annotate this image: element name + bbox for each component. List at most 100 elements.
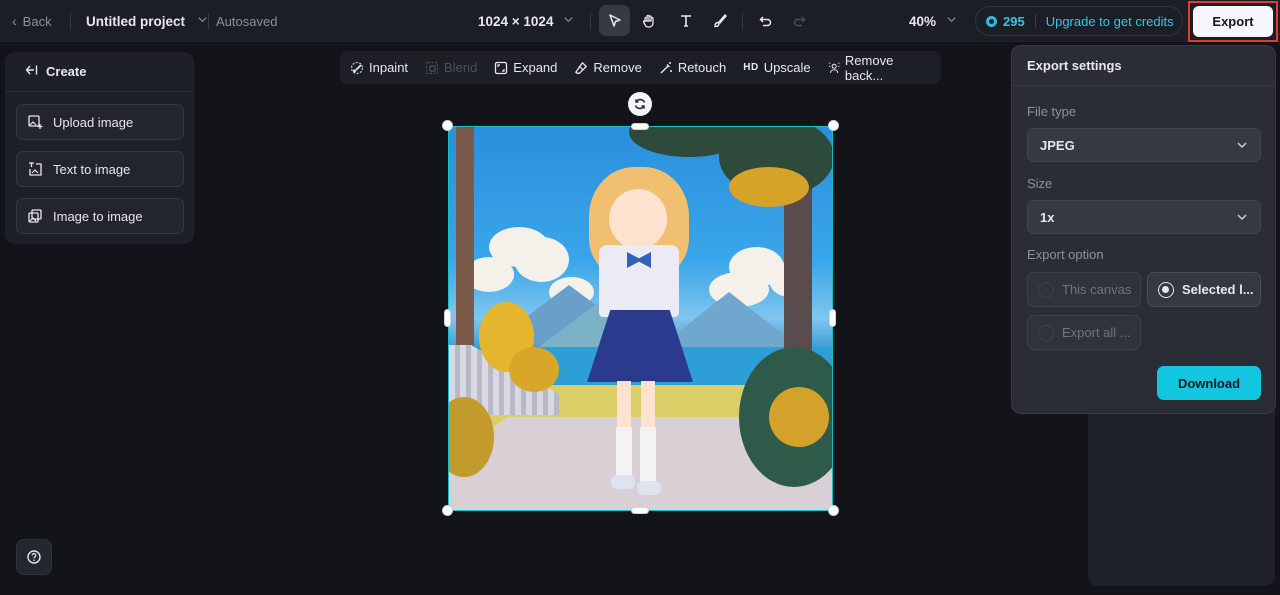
image-to-image-icon	[28, 209, 42, 223]
redo-icon	[793, 15, 806, 26]
option-selected-layers[interactable]: Selected l...	[1147, 272, 1261, 307]
radio-button-checked[interactable]	[1158, 281, 1174, 298]
girl-shoe	[611, 475, 635, 489]
girl-leg	[617, 381, 631, 431]
resize-handle-left[interactable]	[444, 309, 451, 327]
export-highlight: Export	[1188, 1, 1278, 42]
resize-handle-top-left[interactable]	[442, 120, 453, 131]
text-tool-button[interactable]	[670, 5, 701, 36]
resize-handle-right[interactable]	[829, 309, 836, 327]
bush	[509, 347, 559, 392]
file-type-select[interactable]: JPEG	[1027, 128, 1261, 162]
credit-count: 295	[1003, 13, 1025, 29]
girl-shoe	[637, 481, 661, 495]
image-to-image-button[interactable]: Image to image	[16, 198, 184, 234]
help-button[interactable]	[16, 539, 52, 575]
hd-icon: HD	[743, 62, 759, 73]
upscale-button[interactable]: HD Upscale	[743, 60, 810, 75]
resize-handle-bottom[interactable]	[631, 507, 649, 514]
upload-image-icon	[28, 115, 43, 129]
divider	[208, 13, 209, 29]
remove-background-icon	[828, 62, 840, 73]
undo-button[interactable]	[750, 5, 781, 36]
upgrade-link[interactable]: Upgrade to get credits	[1046, 14, 1174, 29]
tree-foliage	[729, 167, 809, 207]
option-this-canvas[interactable]: This canvas	[1027, 272, 1141, 307]
undo-icon	[758, 15, 771, 26]
option-export-all[interactable]: Export all ...	[1027, 315, 1141, 350]
hand-icon	[642, 14, 654, 28]
resize-handle-top-right[interactable]	[828, 120, 839, 131]
expand-button[interactable]: Expand	[494, 60, 557, 75]
project-title-dropdown[interactable]: Untitled project	[86, 0, 208, 42]
bush	[769, 387, 829, 447]
expand-label: Expand	[513, 60, 558, 75]
brush-icon	[713, 13, 727, 27]
project-title: Untitled project	[86, 13, 186, 29]
inpaint-button[interactable]: Inpaint	[350, 60, 408, 75]
inpaint-label: Inpaint	[369, 60, 409, 75]
divider	[70, 13, 71, 29]
radio-button[interactable]	[1038, 281, 1054, 298]
select-tool-button[interactable]	[599, 5, 630, 36]
divider	[742, 13, 743, 29]
blend-button[interactable]: Blend	[425, 60, 477, 75]
resize-handle-bottom-left[interactable]	[442, 505, 453, 516]
size-select[interactable]: 1x	[1027, 200, 1261, 234]
brush-tool-button[interactable]	[704, 5, 735, 36]
chevron-left-icon: ‹	[12, 13, 17, 29]
right-panel	[1088, 400, 1275, 586]
rotate-handle[interactable]	[628, 92, 652, 116]
radio-button[interactable]	[1038, 324, 1054, 341]
size-value: 1x	[1040, 209, 1055, 225]
download-button[interactable]: Download	[1157, 366, 1261, 400]
file-type-value: JPEG	[1040, 137, 1075, 153]
resize-handle-top[interactable]	[631, 123, 649, 130]
upload-image-button[interactable]: Upload image	[16, 104, 184, 140]
inpaint-icon	[350, 61, 364, 74]
girl-sock	[640, 427, 656, 482]
chevron-down-icon	[563, 14, 574, 28]
credit-icon	[986, 15, 997, 27]
redo-button[interactable]	[783, 5, 814, 36]
zoom-level: 40%	[909, 13, 937, 29]
create-panel: Create Upload image Text to image Image …	[5, 52, 194, 244]
back-button[interactable]: ‹ Back	[12, 0, 52, 42]
export-settings-title: Export settings	[1012, 46, 1275, 86]
collapse-left-icon[interactable]	[25, 64, 38, 79]
canvas-size: 1024 × 1024	[478, 13, 554, 29]
remove-button[interactable]: Remove	[574, 60, 642, 75]
resize-handle-bottom-right[interactable]	[828, 505, 839, 516]
export-option-label: Export option	[1027, 247, 1104, 262]
mountain	[659, 292, 799, 347]
cloud	[514, 237, 569, 282]
size-label: Size	[1027, 176, 1053, 191]
text-icon	[680, 14, 691, 27]
canvas-size-dropdown[interactable]: 1024 × 1024	[478, 0, 574, 42]
wooden-post	[456, 127, 474, 352]
canvas-image[interactable]	[448, 126, 833, 511]
export-button[interactable]: Export	[1193, 6, 1273, 37]
zoom-dropdown[interactable]: 40%	[909, 0, 957, 42]
file-type-label: File type	[1027, 104, 1077, 119]
blend-label: Blend	[444, 60, 478, 75]
rotate-icon	[634, 98, 646, 110]
text-to-image-icon	[29, 162, 42, 176]
upload-image-label: Upload image	[53, 114, 134, 130]
chevron-down-icon	[946, 14, 957, 28]
credits-badge[interactable]: 295 Upgrade to get credits	[975, 6, 1183, 36]
cursor-icon	[608, 13, 621, 27]
blend-icon	[425, 61, 439, 74]
remove-background-button[interactable]: Remove back...	[828, 53, 924, 83]
export-settings-popover: Export settings File type JPEG Size 1x E…	[1011, 45, 1276, 414]
divider	[590, 13, 591, 29]
girl-face	[609, 189, 667, 249]
create-panel-header[interactable]: Create	[5, 52, 194, 92]
hand-tool-button[interactable]	[633, 5, 664, 36]
retouch-button[interactable]: Retouch	[659, 60, 726, 75]
remove-label: Remove	[593, 60, 642, 75]
back-label: Back	[22, 13, 52, 29]
chevron-down-icon	[197, 14, 208, 28]
edit-toolbar: Inpaint Blend Expand Remove Retouch HD U…	[340, 51, 941, 84]
text-to-image-button[interactable]: Text to image	[16, 151, 184, 187]
